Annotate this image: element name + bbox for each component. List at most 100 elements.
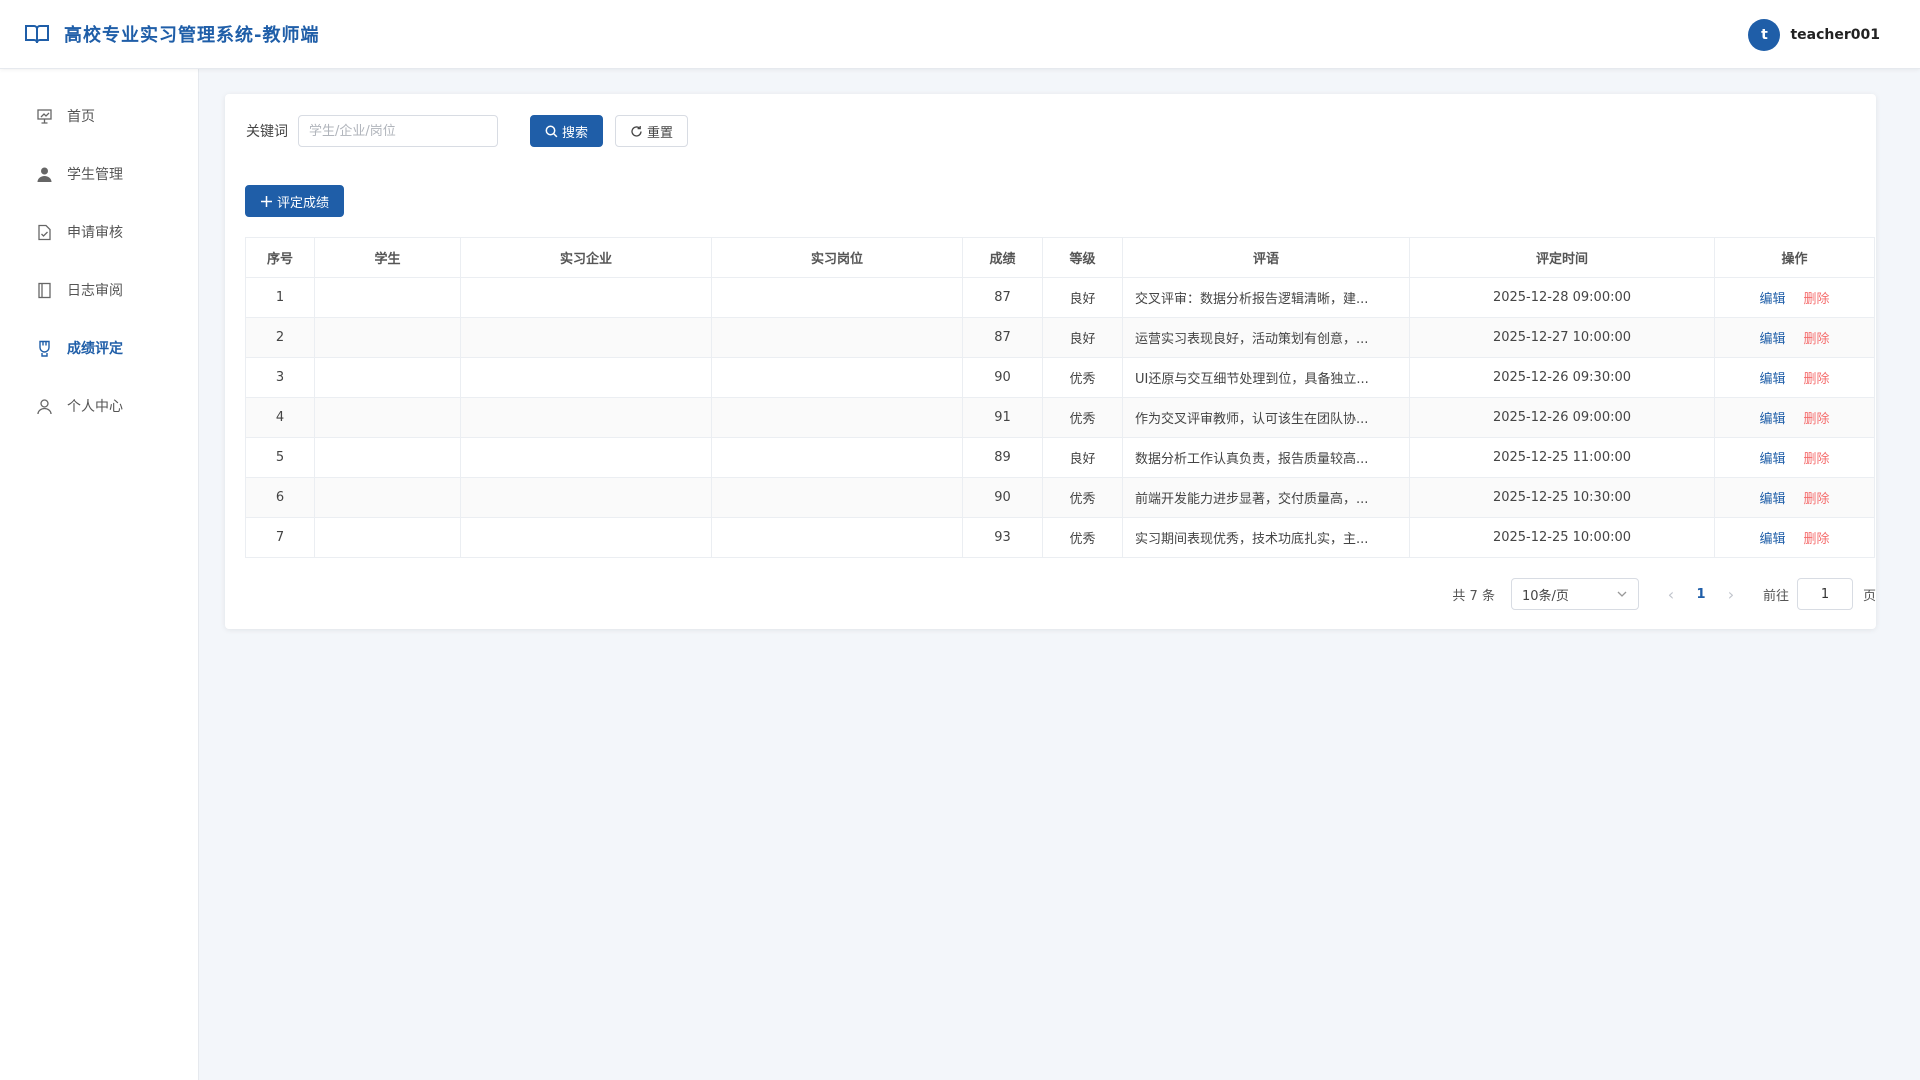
cell-time: 2025-12-26 09:30:00 — [1409, 357, 1715, 398]
top-header: 高校专业实习管理系统-教师端 t teacher001 — [0, 0, 1920, 69]
table-row: 2 87 良好 运营实习表现良好，活动策划有创意，... 2025-12-27 … — [245, 317, 1875, 358]
cell-position — [711, 437, 963, 478]
edit-link[interactable]: 编辑 — [1759, 332, 1785, 347]
search-icon — [545, 125, 558, 137]
cell-level: 良好 — [1042, 317, 1123, 358]
cell-score: 89 — [962, 437, 1043, 478]
cell-score: 87 — [962, 317, 1043, 358]
sidebar-item-label: 申请审核 — [67, 225, 123, 241]
refresh-icon — [631, 125, 642, 137]
delete-link[interactable]: 删除 — [1804, 332, 1830, 347]
table-row: 6 90 优秀 前端开发能力进步显著，交付质量高，... 2025-12-25 … — [245, 477, 1875, 518]
column-header: 操作 — [1714, 237, 1875, 278]
add-grade-label: 评定成绩 — [277, 195, 330, 211]
reset-button[interactable]: 重置 — [615, 115, 689, 147]
cell-position — [711, 357, 963, 398]
table-row: 1 87 良好 交叉评审：数据分析报告逻辑清晰，建... 2025-12-28 … — [245, 277, 1875, 318]
cell-company — [460, 317, 712, 358]
sidebar-item-applications[interactable]: 申请审核 — [0, 203, 198, 261]
keyword-input[interactable] — [298, 115, 498, 147]
table-row: 4 91 优秀 作为交叉评审教师，认可该生在团队协... 2025-12-26 … — [245, 397, 1875, 438]
cell-company — [460, 437, 712, 478]
cell-company — [460, 517, 712, 558]
cell-actions: 编辑 删除 — [1714, 437, 1875, 478]
cell-no: 7 — [245, 517, 315, 558]
book-icon — [25, 25, 49, 44]
grades-card: 关键词 搜索 重置 评定成绩 序号 学生 实习企业 实习岗位 成绩 等级 — [225, 94, 1876, 629]
cell-time: 2025-12-25 11:00:00 — [1409, 437, 1715, 478]
app-title: 高校专业实习管理系统-教师端 — [64, 25, 320, 46]
cell-comment: UI还原与交互细节处理到位，具备独立... — [1122, 357, 1410, 398]
cell-level: 优秀 — [1042, 397, 1123, 438]
edit-link[interactable]: 编辑 — [1759, 532, 1785, 547]
sidebar-item-home[interactable]: 首页 — [0, 87, 198, 145]
cell-score: 91 — [962, 397, 1043, 438]
cell-position — [711, 517, 963, 558]
sidebar-item-label: 学生管理 — [67, 167, 123, 183]
edit-link[interactable]: 编辑 — [1759, 412, 1785, 427]
edit-link[interactable]: 编辑 — [1759, 292, 1785, 307]
cell-student — [314, 357, 461, 398]
cell-company — [460, 477, 712, 518]
user-menu[interactable]: t teacher001 — [1748, 19, 1880, 51]
sidebar-item-grades[interactable]: 成绩评定 — [0, 319, 198, 377]
delete-link[interactable]: 删除 — [1804, 532, 1830, 547]
delete-link[interactable]: 删除 — [1804, 372, 1830, 387]
chevron-down-icon — [1617, 591, 1627, 597]
column-header: 学生 — [314, 237, 461, 278]
cell-position — [711, 397, 963, 438]
cell-level: 优秀 — [1042, 517, 1123, 558]
user-icon — [37, 167, 52, 182]
delete-link[interactable]: 删除 — [1804, 292, 1830, 307]
page-number[interactable]: 1 — [1681, 587, 1721, 602]
cell-no: 2 — [245, 317, 315, 358]
cell-student — [314, 477, 461, 518]
prev-page-button[interactable]: ‹ — [1661, 585, 1681, 604]
next-page-button[interactable]: › — [1721, 585, 1741, 604]
cell-position — [711, 317, 963, 358]
sidebar-item-students[interactable]: 学生管理 — [0, 145, 198, 203]
delete-link[interactable]: 删除 — [1804, 412, 1830, 427]
avatar[interactable]: t — [1748, 19, 1781, 51]
edit-link[interactable]: 编辑 — [1759, 452, 1785, 467]
delete-link[interactable]: 删除 — [1804, 492, 1830, 507]
sidebar-item-profile[interactable]: 个人中心 — [0, 377, 198, 435]
sidebar-item-label: 成绩评定 — [67, 341, 123, 357]
document-check-icon — [38, 224, 51, 240]
table-row: 5 89 良好 数据分析工作认真负责，报告质量较高... 2025-12-25 … — [245, 437, 1875, 478]
table-row: 3 90 优秀 UI还原与交互细节处理到位，具备独立... 2025-12-26… — [245, 357, 1875, 398]
cell-company — [460, 397, 712, 438]
goto-page-input[interactable] — [1796, 578, 1853, 610]
cell-comment: 运营实习表现良好，活动策划有创意，... — [1122, 317, 1410, 358]
search-button[interactable]: 搜索 — [530, 115, 604, 147]
cell-actions: 编辑 删除 — [1714, 277, 1875, 318]
delete-link[interactable]: 删除 — [1804, 452, 1830, 467]
goto-label: 前往 — [1762, 588, 1789, 604]
sidebar-item-label: 日志审阅 — [67, 283, 123, 299]
cell-actions: 编辑 删除 — [1714, 317, 1875, 358]
page-size-select[interactable]: 10条/页 — [1510, 578, 1639, 610]
cell-score: 90 — [962, 477, 1043, 518]
edit-link[interactable]: 编辑 — [1759, 372, 1785, 387]
cell-comment: 作为交叉评审教师，认可该生在团队协... — [1122, 397, 1410, 438]
cell-time: 2025-12-27 10:00:00 — [1409, 317, 1715, 358]
sidebar-item-logs[interactable]: 日志审阅 — [0, 261, 198, 319]
table-row: 7 93 优秀 实习期间表现优秀，技术功底扎实，主... 2025-12-25 … — [245, 517, 1875, 558]
edit-link[interactable]: 编辑 — [1759, 492, 1785, 507]
column-header: 评定时间 — [1409, 237, 1715, 278]
cell-student — [314, 277, 461, 318]
cell-comment: 实习期间表现优秀，技术功底扎实，主... — [1122, 517, 1410, 558]
add-grade-button[interactable]: 评定成绩 — [245, 185, 345, 217]
username[interactable]: teacher001 — [1790, 27, 1880, 43]
cell-no: 6 — [245, 477, 315, 518]
goto-suffix: 页 — [1862, 588, 1876, 604]
cell-level: 优秀 — [1042, 357, 1123, 398]
cell-student — [314, 397, 461, 438]
keyword-label: 关键词 — [246, 124, 288, 140]
cell-time: 2025-12-26 09:00:00 — [1409, 397, 1715, 438]
cell-company — [460, 357, 712, 398]
total-count: 共 7 条 — [1452, 588, 1495, 604]
sidebar: 首页 学生管理 申请审核 日志审阅 成绩评定 个人中心 — [0, 69, 199, 1080]
cell-time: 2025-12-25 10:00:00 — [1409, 517, 1715, 558]
search-button-label: 搜索 — [562, 125, 589, 141]
